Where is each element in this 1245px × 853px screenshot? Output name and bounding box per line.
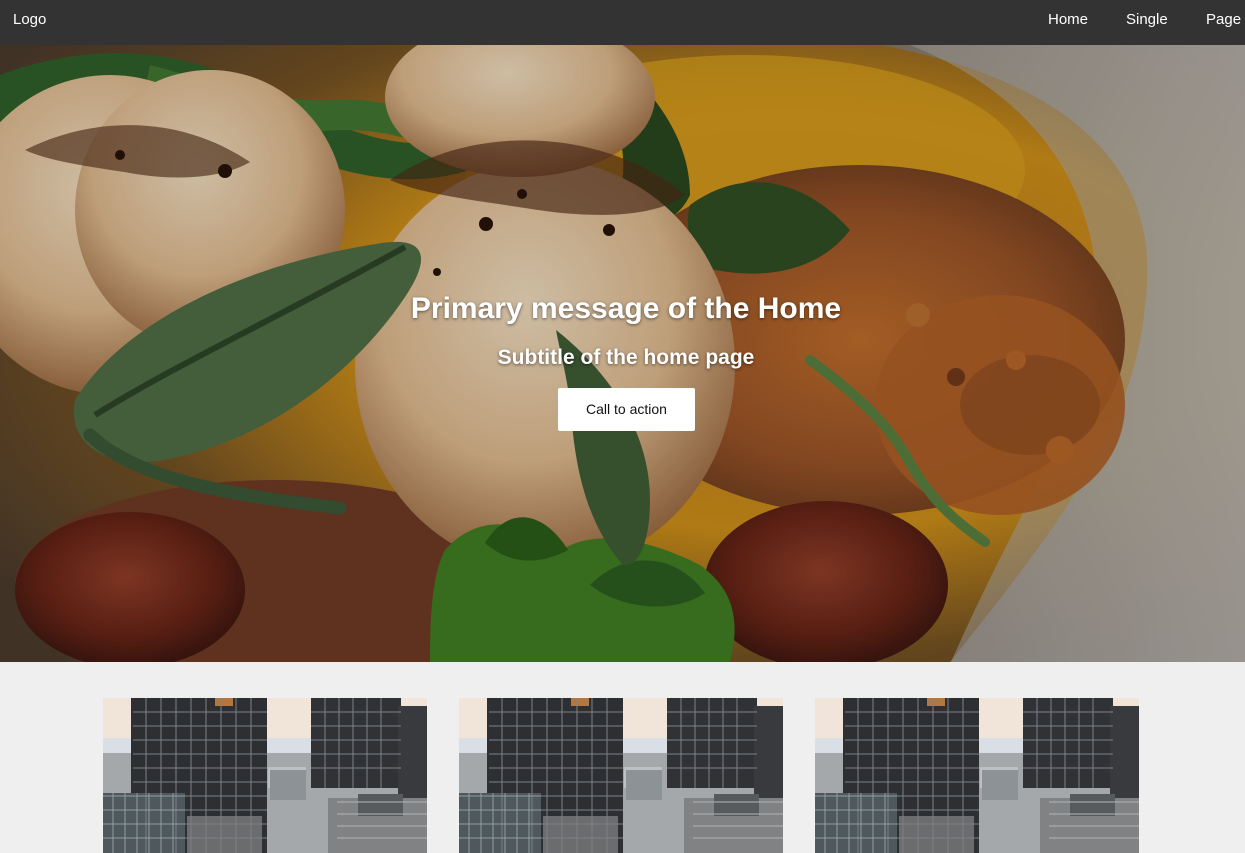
nav-page[interactable]: Page (1206, 11, 1241, 29)
card-image-city-3[interactable] (815, 698, 1139, 853)
city-skyline-image (815, 698, 1139, 853)
card-image-city-2[interactable] (459, 698, 783, 853)
call-to-action-button[interactable]: Call to action (558, 388, 695, 431)
city-skyline-image (459, 698, 783, 853)
top-navigation-bar: Logo Home Single Page (0, 0, 1245, 45)
cards-section (0, 662, 1245, 853)
logo[interactable]: Logo (13, 11, 46, 29)
hero-title: Primary message of the Home (410, 292, 842, 325)
nav-home[interactable]: Home (1048, 11, 1088, 29)
nav-single[interactable]: Single (1126, 11, 1168, 29)
city-skyline-image (103, 698, 427, 853)
hero-banner: Primary message of the Home Subtitle of … (0, 45, 1245, 662)
card-image-city-1[interactable] (103, 698, 427, 853)
hero-subtitle: Subtitle of the home page (497, 346, 755, 369)
